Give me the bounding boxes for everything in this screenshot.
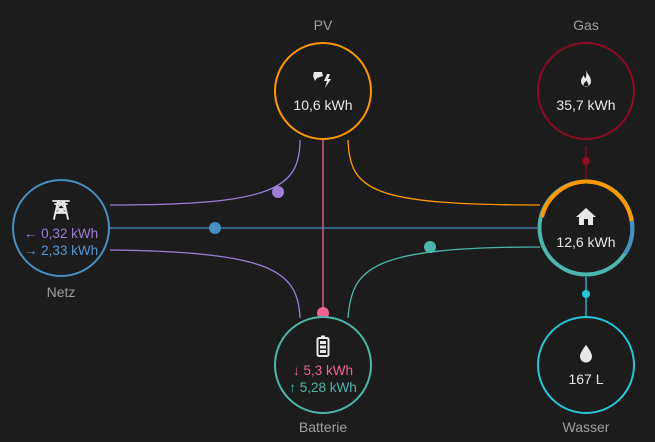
flow-line-pv-home [347,139,541,206]
gas-value: 35,7 kWh [556,97,616,113]
pv-label: PV [313,17,333,33]
grid-import-value: ← 0,32 kWh [23,226,99,241]
flow-dot-grid-home [209,222,221,234]
grid-export-value: → 2,33 kWh [23,243,99,258]
gas-label: Gas [573,17,599,33]
water-value: 167 L [568,371,604,387]
battery-icon [316,335,330,357]
grid-label: Netz [46,284,76,300]
battery-node[interactable]: ↓ 5,3 kWh ↑ 5,28 kWh [274,316,372,414]
flow-dot-pv-grid [272,186,284,198]
grid-node[interactable]: ← 0,32 kWh → 2,33 kWh [12,179,110,277]
water-drop-icon [580,345,592,363]
pv-node[interactable]: 10,6 kWh [274,42,372,140]
home-icon [576,208,596,225]
transmission-tower-icon [52,200,70,220]
flow-dot-gas-home [582,157,590,165]
pv-value: 10,6 kWh [293,97,353,113]
water-label: Wasser [562,419,610,435]
flow-line-grid-battery [109,249,301,319]
fire-icon [581,70,591,87]
battery-label: Batterie [298,419,348,435]
solar-power-icon [313,72,331,88]
gas-node[interactable]: 35,7 kWh [537,42,635,140]
flow-dot-water-home [582,290,590,298]
flow-dot-battery-home [424,241,436,253]
battery-in-value: ↓ 5,3 kWh [292,363,354,378]
flow-line-battery-home [347,246,541,319]
home-node[interactable]: 12,6 kWh [537,179,635,277]
water-node[interactable]: 167 L [537,316,635,414]
flow-line-pv-grid [109,139,301,206]
home-value: 12,6 kWh [556,234,616,250]
battery-out-value: ↑ 5,28 kWh [289,380,357,395]
